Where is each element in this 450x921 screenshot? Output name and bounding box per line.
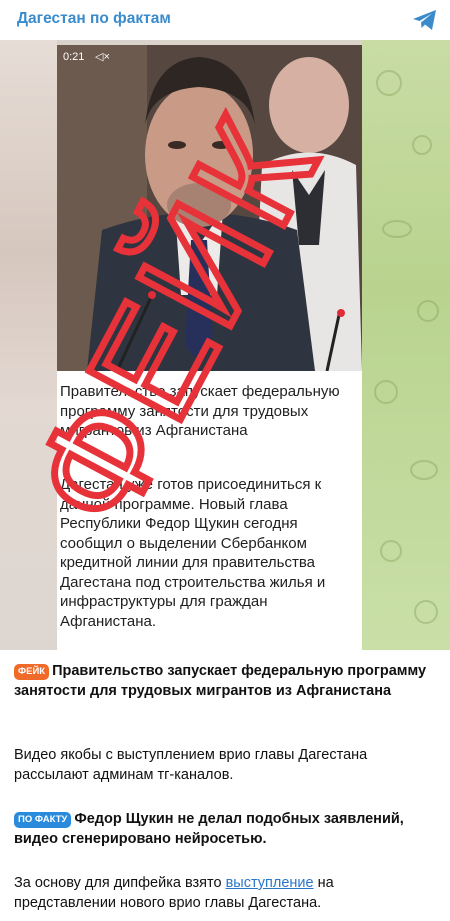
video-frame[interactable]: 0:21 ◁× (57, 45, 362, 371)
fact-badge: ПО ФАКТУ (14, 812, 72, 828)
video-text-panel: Правительство запускает федеральную прог… (57, 371, 362, 650)
fake-badge: ФЕЙК (14, 664, 50, 680)
speech-link[interactable]: выступление (226, 875, 314, 891)
telegram-plane-icon[interactable] (412, 9, 438, 31)
fake-claim-title: Правительство запускает федеральную прог… (14, 663, 427, 699)
panel-body: Дагестан уже готов присоединиться к данн… (60, 476, 326, 630)
blurred-background-right (362, 40, 450, 650)
speaker-muted-icon[interactable]: ◁× (95, 50, 110, 63)
blurred-background-left (0, 40, 57, 650)
channel-title[interactable]: Дагестан по фактам (17, 10, 171, 28)
video-preview[interactable]: 0:21 ◁× Правительство запускает федераль… (0, 40, 450, 650)
context-text: Видео якобы с выступлением врио главы Да… (14, 747, 368, 783)
channel-header: Дагестан по фактам (0, 0, 450, 40)
source-text-before: За основу для дипфейка взято (14, 875, 222, 891)
speaker-portrait-image (57, 45, 362, 371)
video-timestamp: 0:21 (63, 51, 85, 63)
source-text: За основу для дипфейка взято выступление… (14, 873, 439, 913)
fact-statement: ПО ФАКТУ Федор Щукин не делал подобных за… (14, 809, 439, 849)
fact-title: Федор Щукин не делал подобных заявлений,… (14, 811, 404, 847)
fake-claim: ФЕЙК Правительство запускает федеральную … (14, 661, 439, 701)
panel-headline: Правительство запускает федеральную прог… (60, 383, 340, 439)
